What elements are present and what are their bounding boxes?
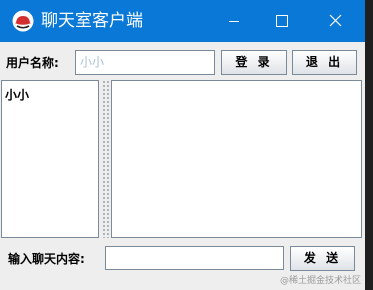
close-button[interactable] (306, 0, 365, 42)
login-button[interactable]: 登 录 (221, 50, 287, 75)
username-label: 用户名称: (6, 56, 59, 70)
title-bar[interactable]: 聊天室客户端 (0, 0, 365, 42)
message-input[interactable] (105, 246, 284, 270)
maximize-button[interactable] (258, 0, 306, 42)
watermark: @稀土掘金技术社区 (279, 276, 361, 286)
red-hat-icon (12, 10, 34, 32)
user-list[interactable]: 小小 (1, 80, 99, 238)
username-input[interactable]: 小小 (75, 50, 215, 75)
window-title: 聊天室客户端 (41, 11, 143, 31)
maximize-icon (276, 15, 288, 27)
user-list-item[interactable]: 小小 (2, 81, 98, 103)
close-icon (329, 14, 342, 27)
chat-messages-area[interactable] (111, 80, 362, 238)
splitter-handle[interactable] (101, 80, 109, 238)
message-label: 输入聊天内容: (8, 252, 85, 266)
chat-client-window: 聊天室客户端 用户名称: 小小 登 录 退 出 小小 输入聊天内容: 发 送 (0, 0, 365, 290)
exit-button[interactable]: 退 出 (292, 50, 357, 75)
minimize-button[interactable] (210, 0, 258, 42)
send-button[interactable]: 发 送 (290, 246, 355, 271)
minimize-icon (229, 21, 239, 22)
